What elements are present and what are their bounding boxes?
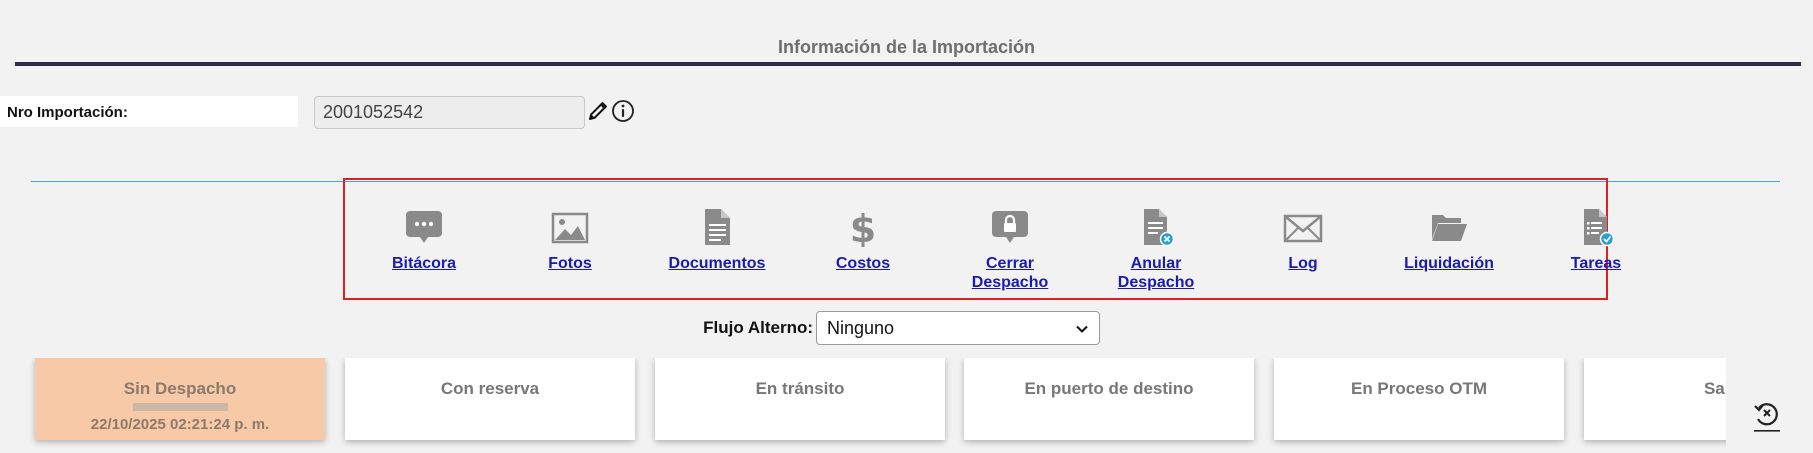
status-card-en-puerto-de-destino[interactable]: En puerto de destino — [964, 358, 1254, 440]
action-label: Anular — [1130, 255, 1182, 272]
dollar-icon: $ — [793, 207, 933, 247]
status-card-salida[interactable]: Salida — [1584, 358, 1726, 440]
status-steps: Sin Despacho 22/10/2025 02:21:24 p. m. C… — [0, 358, 1726, 453]
comment-dots-icon — [354, 207, 494, 247]
pencil-icon[interactable] — [586, 99, 610, 123]
document-icon — [647, 207, 787, 247]
status-name: Salida — [1703, 379, 1726, 398]
import-number-input[interactable] — [314, 96, 585, 129]
action-label: Log — [1288, 255, 1318, 272]
status-name: En Proceso OTM — [1350, 379, 1488, 398]
envelope-icon — [1233, 207, 1373, 247]
import-number-label: Nro Importación: — [0, 96, 298, 127]
action-fotos[interactable]: Fotos — [500, 207, 640, 273]
svg-text:$: $ — [850, 207, 876, 247]
action-label: Costos — [835, 255, 891, 272]
document-cancel-icon — [1086, 207, 1226, 247]
actions-panel: Bitácora Fotos Documentos $ Costos Cerra… — [343, 178, 1621, 300]
status-name: En tránsito — [755, 379, 845, 398]
task-list-check-icon — [1526, 207, 1666, 247]
flujo-selected-value: Ninguno — [827, 318, 895, 338]
action-label: Fotos — [548, 255, 592, 272]
chevron-down-icon — [1076, 325, 1088, 333]
title-rule — [15, 62, 1801, 66]
action-label: Bitácora — [391, 255, 457, 272]
action-liquidacion[interactable]: Liquidación — [1379, 207, 1519, 273]
status-name: En puerto de destino — [1024, 379, 1194, 398]
folder-open-icon — [1379, 207, 1519, 247]
lock-bubble-icon — [940, 207, 1080, 247]
action-tareas[interactable]: Tareas — [1526, 207, 1666, 273]
status-card-sin-despacho[interactable]: Sin Despacho 22/10/2025 02:21:24 p. m. — [35, 358, 325, 440]
flujo-alterno-label: Flujo Alterno: — [703, 318, 813, 337]
action-bitacora[interactable]: Bitácora — [354, 207, 494, 273]
action-cerrar-despacho[interactable]: Cerrar Despacho — [940, 207, 1080, 292]
action-costos[interactable]: $ Costos — [793, 207, 933, 273]
status-name: Sin Despacho — [123, 379, 237, 398]
action-documentos[interactable]: Documentos — [647, 207, 787, 273]
status-card-en-transito[interactable]: En tránsito — [655, 358, 945, 440]
action-label: Tareas — [1570, 255, 1622, 272]
info-icon[interactable] — [611, 99, 635, 123]
history-icon[interactable] — [1753, 399, 1781, 433]
redacted-text — [132, 403, 228, 411]
action-label: Documentos — [668, 255, 766, 272]
action-log[interactable]: Log — [1233, 207, 1373, 273]
status-name: Con reserva — [440, 379, 540, 398]
action-label-line2: Despacho — [971, 274, 1049, 291]
status-date: 22/10/2025 02:21:24 p. m. — [90, 416, 270, 433]
section-title: Información de la Importación — [777, 37, 1036, 57]
action-label: Cerrar — [985, 255, 1035, 272]
status-card-en-proceso-otm[interactable]: En Proceso OTM — [1274, 358, 1564, 440]
flujo-alterno-select[interactable]: Ninguno — [816, 311, 1100, 345]
action-label-line2: Despacho — [1117, 274, 1195, 291]
action-anular-despacho[interactable]: Anular Despacho — [1086, 207, 1226, 292]
status-card-con-reserva[interactable]: Con reserva — [345, 358, 635, 440]
image-icon — [500, 207, 640, 247]
action-label: Liquidación — [1404, 255, 1494, 272]
